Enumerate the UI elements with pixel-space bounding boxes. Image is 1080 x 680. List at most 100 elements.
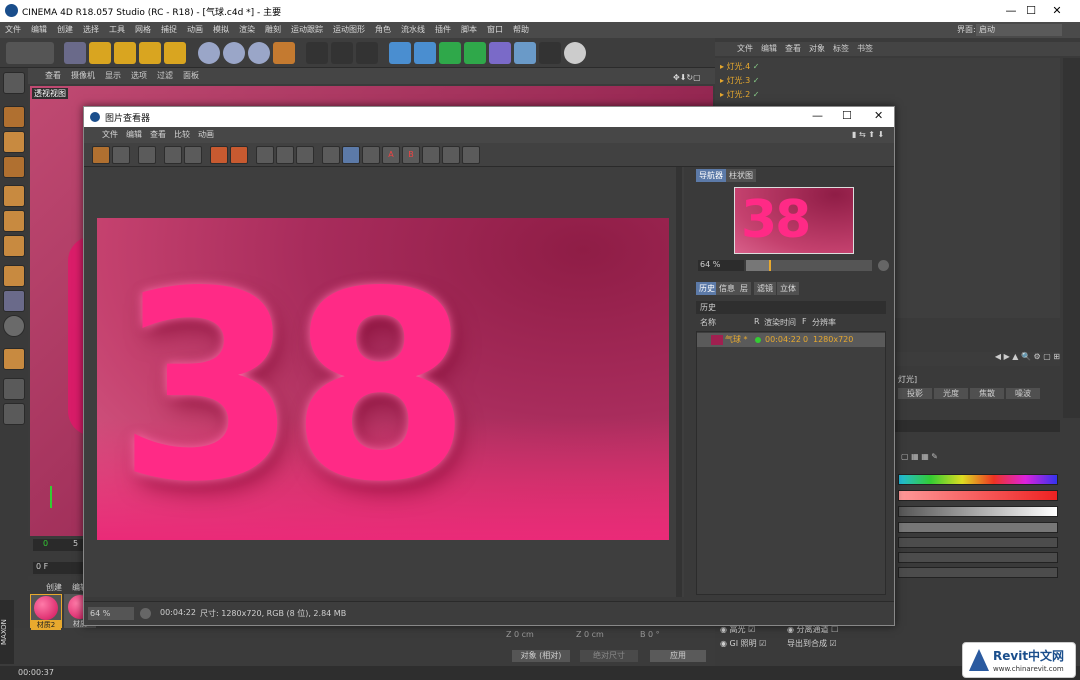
snap-icon[interactable] — [3, 315, 25, 337]
viewport-menu-panel[interactable]: 面板 — [178, 68, 204, 84]
tab-history[interactable]: 历史 — [696, 282, 718, 295]
dropdown-field-3[interactable] — [898, 567, 1058, 578]
axis-mode-icon[interactable] — [3, 265, 25, 287]
y-axis-icon[interactable] — [223, 42, 245, 64]
object-row-light-3[interactable]: ▸ 灯光.3 ✓ — [720, 74, 805, 88]
points-mode-icon[interactable] — [3, 185, 25, 207]
zoom-slider[interactable] — [746, 260, 872, 271]
pv-menu-view[interactable]: 查看 — [146, 127, 170, 143]
region-render-icon[interactable] — [164, 146, 182, 164]
show-icon[interactable] — [256, 146, 274, 164]
color-brightness-slider[interactable] — [898, 506, 1058, 517]
om-menu-view[interactable]: 查看 — [781, 44, 805, 53]
render-view-icon[interactable] — [306, 42, 328, 64]
menu-character[interactable]: 角色 — [370, 22, 396, 38]
tab-shadow[interactable]: 投影 — [898, 388, 932, 399]
info-icon[interactable] — [442, 146, 460, 164]
timeline-start-field[interactable]: 0 5 — [33, 539, 83, 551]
menu-mograph[interactable]: 运动图形 — [328, 22, 370, 38]
viewport-menu-options[interactable]: 选项 — [126, 68, 152, 84]
menu-window[interactable]: 窗口 — [482, 22, 508, 38]
workplane-icon[interactable] — [3, 156, 25, 178]
tab-noise[interactable]: 噪波 — [1006, 388, 1040, 399]
save-icon[interactable] — [112, 146, 130, 164]
deformer-icon[interactable] — [489, 42, 511, 64]
om-menu-bookmarks[interactable]: 书签 — [853, 44, 877, 53]
viewport-menu-view[interactable]: 查看 — [40, 68, 66, 84]
magnet-icon[interactable] — [3, 348, 25, 370]
frame-field[interactable]: 0 F — [33, 562, 83, 574]
menu-snap[interactable]: 捕捉 — [156, 22, 182, 38]
cube-icon[interactable] — [389, 42, 411, 64]
status-zoom-field[interactable]: 64 % — [88, 607, 134, 620]
coord-b-rotation[interactable]: B 0 ° — [640, 630, 660, 639]
open-icon[interactable] — [92, 146, 110, 164]
tab-caustics[interactable]: 焦散 — [970, 388, 1004, 399]
subdivision-icon[interactable] — [439, 42, 461, 64]
close-button[interactable]: ✕ — [1034, 0, 1080, 22]
menu-file[interactable]: 文件 — [0, 22, 26, 38]
menu-help[interactable]: 帮助 — [508, 22, 534, 38]
pv-minimize-button[interactable]: — — [812, 109, 823, 122]
viewport-nav-icons[interactable]: ✥⬇↻▢ — [668, 70, 710, 82]
dropdown-field-1[interactable] — [898, 537, 1058, 548]
zoom-menu-icon[interactable] — [878, 260, 889, 271]
x-axis-icon[interactable] — [198, 42, 220, 64]
single-view-icon[interactable] — [342, 146, 360, 164]
light-icon[interactable] — [564, 42, 586, 64]
pv-close-button[interactable]: ✕ — [874, 109, 883, 122]
scale-icon[interactable] — [114, 42, 136, 64]
image-display-area[interactable]: 38 — [84, 167, 684, 597]
ab-compare-icon[interactable] — [210, 146, 228, 164]
camera-icon[interactable] — [539, 42, 561, 64]
menu-render[interactable]: 渲染 — [234, 22, 260, 38]
coord-size-select[interactable]: 绝对尺寸 — [580, 650, 638, 662]
menu-sculpt[interactable]: 雕刻 — [260, 22, 286, 38]
cloner-icon[interactable] — [464, 42, 486, 64]
menu-animate[interactable]: 动画 — [182, 22, 208, 38]
tab-navigator[interactable]: 导航器 — [696, 169, 726, 182]
split-view-icon[interactable] — [362, 146, 380, 164]
menu-tools[interactable]: 工具 — [104, 22, 130, 38]
om-menu-tags[interactable]: 标签 — [829, 44, 853, 53]
image-scrollbar[interactable] — [676, 167, 682, 597]
viewport-menu-filter[interactable]: 过滤 — [152, 68, 178, 84]
coord-z-size[interactable]: Z 0 cm — [576, 630, 604, 639]
pv-menu-animation[interactable]: 动画 — [194, 127, 218, 143]
coord-z-position[interactable]: Z 0 cm — [506, 630, 534, 639]
pv-menu-compare[interactable]: 比较 — [170, 127, 194, 143]
viewport-menu-display[interactable]: 显示 — [100, 68, 126, 84]
coordinate-system-icon[interactable] — [273, 42, 295, 64]
coord-mode-select[interactable]: 对象 (相对) — [512, 650, 570, 662]
pen-icon[interactable] — [414, 42, 436, 64]
menu-motion-tracker[interactable]: 运动跟踪 — [286, 22, 328, 38]
object-row-light-4[interactable]: ▸ 灯光.4 ✓ — [720, 60, 805, 74]
zoom-field[interactable]: 64 % — [698, 260, 744, 271]
set-a-icon[interactable]: A — [382, 146, 400, 164]
pv-menu-edit[interactable]: 编辑 — [122, 127, 146, 143]
pv-maximize-button[interactable]: ☐ — [842, 109, 852, 122]
render-settings-icon[interactable] — [356, 42, 378, 64]
render-picture-viewer-icon[interactable] — [331, 42, 353, 64]
interface-select[interactable]: 启动 — [976, 24, 1062, 36]
om-menu-objects[interactable]: 对象 — [805, 44, 829, 53]
viewport-menu-cameras[interactable]: 摄像机 — [66, 68, 100, 84]
tab-layer[interactable]: 层 — [737, 282, 751, 295]
history-row[interactable]: 气球 * 00:04:22 0 1280x720 — [697, 333, 885, 347]
tab-filter[interactable]: 滤镜 — [754, 282, 776, 295]
object-row-light-2[interactable]: ▸ 灯光.2 ✓ — [720, 88, 805, 102]
render-icon[interactable] — [184, 146, 202, 164]
option-export-composite[interactable]: 导出到合成 ☑ — [787, 638, 837, 649]
make-editable-icon[interactable] — [3, 72, 25, 94]
floor-icon[interactable] — [514, 42, 536, 64]
apply-button[interactable]: 应用 — [650, 650, 706, 662]
intensity-slider[interactable] — [898, 522, 1058, 533]
histogram-icon[interactable] — [462, 146, 480, 164]
edges-mode-icon[interactable] — [3, 210, 25, 232]
polygons-mode-icon[interactable] — [3, 235, 25, 257]
fit-icon[interactable] — [276, 146, 294, 164]
swap-ab-icon[interactable] — [230, 146, 248, 164]
model-mode-icon[interactable] — [3, 106, 25, 128]
stop-render-icon[interactable] — [138, 146, 156, 164]
double-view-icon[interactable] — [322, 146, 340, 164]
